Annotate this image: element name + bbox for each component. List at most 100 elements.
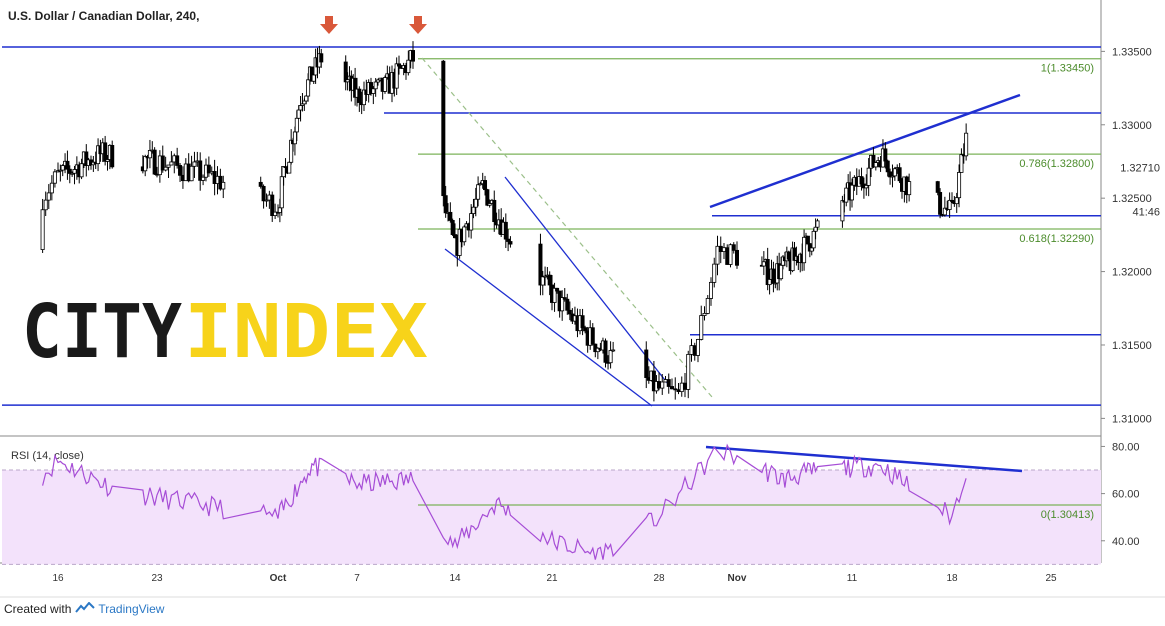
watermark-city-text: CITY <box>22 289 182 375</box>
candle <box>731 242 736 254</box>
candle <box>590 323 595 346</box>
candle-body <box>221 181 226 190</box>
chart-title: U.S. Dollar / Canadian Dollar, 240, <box>8 9 199 23</box>
price-tick-label: 1.32500 <box>1112 193 1152 205</box>
date-tick-label: 7 <box>354 573 360 584</box>
candle-body <box>306 79 311 97</box>
candle <box>189 155 194 182</box>
candle-body <box>147 150 152 159</box>
candle-body <box>287 161 292 174</box>
candle <box>709 277 714 306</box>
candle <box>311 73 316 84</box>
candle-body <box>371 88 376 94</box>
candle <box>410 41 415 69</box>
candle-body <box>503 221 508 240</box>
channel-lower-line <box>444 248 653 407</box>
date-tick-label: 18 <box>946 573 958 584</box>
candle-body <box>666 379 671 387</box>
date-axis[interactable]: 16 23 Oct 7 14 21 28 Nov 11 18 25 <box>52 573 1057 584</box>
candle-body <box>815 220 820 228</box>
candle <box>712 257 717 288</box>
candle-body <box>46 192 51 201</box>
date-tick-label: 14 <box>449 573 461 584</box>
candle <box>673 377 678 400</box>
price-tick-label: 1.33000 <box>1112 120 1152 132</box>
candle-body <box>699 315 704 340</box>
candle-body <box>883 148 888 162</box>
candle <box>353 67 358 106</box>
candle-body <box>189 165 194 182</box>
watermark-index-text: INDEX <box>184 289 428 375</box>
chart-canvas[interactable]: U.S. Dollar / Canadian Dollar, 240, RSI … <box>0 0 1165 626</box>
candle-body <box>567 309 572 315</box>
candle <box>450 218 455 237</box>
price-tick-label: 1.31500 <box>1112 340 1152 352</box>
candle-body <box>722 247 727 252</box>
candle <box>382 75 387 94</box>
candle-body <box>802 236 807 264</box>
candle <box>261 184 266 209</box>
candle-body <box>670 386 675 390</box>
candle-body <box>761 261 766 267</box>
candle-body <box>406 59 411 74</box>
candle <box>692 342 697 361</box>
candle-body <box>294 117 299 133</box>
candle <box>287 161 292 174</box>
candle <box>657 372 662 391</box>
price-axis[interactable]: 1.33500 1.33000 1.32500 1.32000 1.31500 1.310… <box>1101 46 1162 548</box>
candle <box>666 373 671 394</box>
candle-body <box>443 195 448 214</box>
candle-body <box>304 95 309 102</box>
rising-wedge-upper-line <box>709 93 1021 209</box>
candle-body <box>60 165 65 171</box>
fib-level-label: 0.618(1.32290) <box>1019 233 1094 245</box>
candle <box>735 241 740 269</box>
candle-body <box>192 161 197 167</box>
candle-body <box>660 381 665 389</box>
candle <box>492 190 497 232</box>
candle-body <box>709 281 714 299</box>
candle <box>198 152 203 191</box>
candle-body <box>311 74 316 82</box>
candle-body <box>689 345 694 355</box>
candle <box>644 341 649 389</box>
candle <box>441 59 446 207</box>
tradingview-brand-link[interactable]: TradingView <box>98 602 164 616</box>
candle-body <box>152 149 157 175</box>
candle-body <box>938 192 943 215</box>
date-tick-label: Oct <box>270 573 287 584</box>
candle <box>761 251 766 276</box>
candle <box>343 55 348 91</box>
candle <box>897 163 902 184</box>
candle-body <box>178 165 183 176</box>
candle-body <box>448 211 453 221</box>
candle-body <box>873 162 878 168</box>
candle <box>718 236 723 264</box>
candle-body <box>580 315 585 329</box>
candle-body <box>805 235 810 245</box>
date-tick-label: 21 <box>546 573 558 584</box>
candle-body <box>281 166 286 178</box>
candle <box>670 378 675 390</box>
rsi-band-layer <box>2 469 1101 565</box>
rsi-tick-label: 80.00 <box>1112 441 1140 453</box>
candle-body <box>410 50 415 62</box>
candle-body <box>603 340 608 363</box>
candle-body <box>441 60 446 197</box>
candle-body <box>49 182 54 194</box>
candle-body <box>715 245 720 265</box>
candle-body <box>718 245 723 252</box>
candle-body <box>679 382 684 393</box>
down-arrow-icon <box>320 16 338 34</box>
trend-drawings <box>421 57 1023 473</box>
candle-body <box>767 278 772 286</box>
candle-body <box>811 230 816 249</box>
candle-body <box>840 200 845 222</box>
candle-body <box>476 184 481 200</box>
candle <box>728 243 733 268</box>
candle-body <box>492 199 497 223</box>
candle-body <box>201 176 206 181</box>
candle-body <box>394 63 399 89</box>
candle <box>608 341 613 369</box>
candle-body <box>728 244 733 265</box>
